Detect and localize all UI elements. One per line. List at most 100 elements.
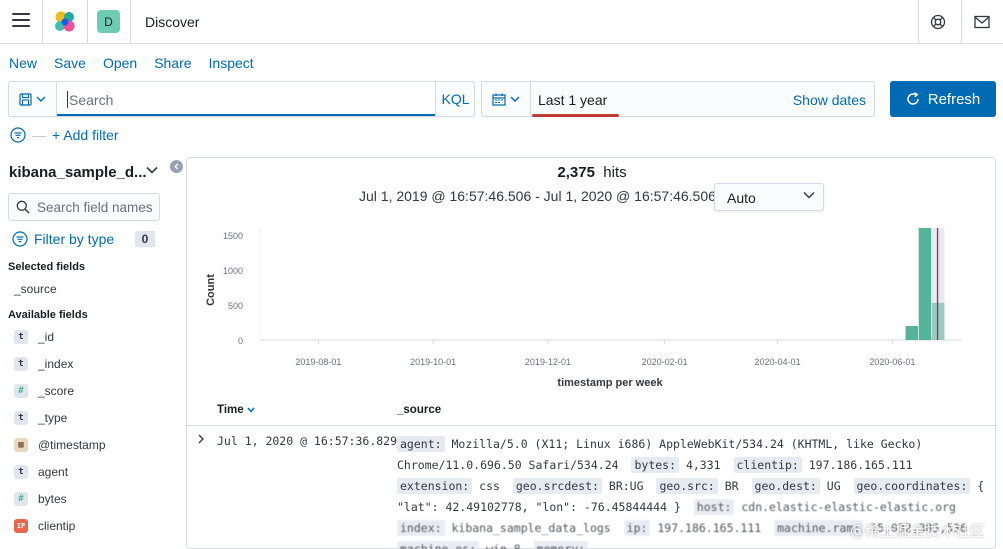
saved-query-button[interactable] [9, 82, 57, 116]
field-search-placeholder: Search field names [37, 200, 153, 215]
search-icon [16, 200, 30, 214]
inspect-link[interactable]: Inspect [209, 55, 254, 71]
refresh-button[interactable]: Refresh [890, 81, 996, 117]
source-field-value: 197.186.165.111 [801, 458, 913, 472]
show-dates-link[interactable]: Show dates [793, 92, 866, 108]
time-range-text: Jul 1, 2019 @ 16:57:46.506 - Jul 1, 2020… [359, 188, 734, 204]
expand-row-icon[interactable] [197, 434, 205, 444]
x-tick-label: 2020-04-01 [755, 357, 801, 367]
x-tick-label: 2019-12-01 [525, 357, 571, 367]
filter-by-type-label: Filter by type [34, 231, 115, 247]
filter-icon [12, 231, 28, 247]
source-field-value: cdn.elastic-elastic-elastic.org [734, 500, 956, 514]
header-divider [918, 0, 919, 44]
field-item[interactable]: </> _source [14, 280, 814, 300]
number-field-icon: # [14, 384, 28, 398]
source-column-header: _source [397, 404, 442, 416]
share-link[interactable]: Share [154, 55, 191, 71]
text-caret [67, 91, 68, 108]
date-range-label[interactable]: Last 1 year [538, 92, 607, 108]
filter-options-icon[interactable] [10, 127, 26, 143]
add-filter-button[interactable]: + Add filter [52, 127, 119, 143]
open-link[interactable]: Open [103, 55, 137, 71]
mail-icon[interactable] [972, 12, 992, 32]
index-pattern-title[interactable]: kibana_sample_d... [9, 164, 147, 181]
kql-button[interactable]: KQL [435, 82, 475, 116]
quick-menu-button[interactable] [482, 82, 531, 116]
x-tick-label: 2020-02-01 [642, 357, 688, 367]
menu-icon[interactable] [12, 13, 30, 29]
elastic-logo[interactable] [52, 10, 78, 34]
filter-by-type-button[interactable]: Filter by type [12, 231, 114, 247]
field-search-input[interactable]: Search field names [8, 193, 160, 221]
date-field-icon: ▦ [14, 438, 28, 452]
x-tick-label: 2019-08-01 [295, 357, 341, 367]
field-name: _score [38, 384, 75, 398]
source-field-key: agent: [397, 436, 445, 452]
sort-down-icon[interactable] [247, 407, 255, 413]
interval-select[interactable]: Auto [714, 183, 824, 211]
source-field-key: extension: [397, 478, 473, 494]
y-tick-label: 0 [238, 336, 243, 346]
source-field-key: geo.dest: [751, 478, 820, 494]
top-nav: New Save Open Share Inspect [9, 55, 254, 71]
chevron-down-icon [510, 96, 520, 102]
field-name: @timestamp [38, 438, 106, 452]
field-item[interactable]: t _index [14, 355, 73, 373]
hits-count: 2,375 [557, 164, 595, 181]
new-link[interactable]: New [9, 55, 37, 71]
field-item[interactable]: t _type [14, 409, 67, 427]
field-name: _index [38, 357, 74, 371]
string-field-icon: t [14, 357, 28, 371]
divider-dash: — [32, 127, 46, 143]
source-field-key: machine.os: [397, 541, 480, 549]
field-item[interactable]: t _id [14, 328, 54, 346]
chevron-down-icon[interactable] [146, 166, 158, 174]
hits-counter: 2,375 hits [187, 164, 997, 181]
source-field-value: 4,331 [679, 458, 728, 472]
search-input[interactable]: Search [57, 82, 435, 116]
help-icon[interactable] [928, 12, 948, 32]
source-field-key: geo.src: [656, 478, 718, 494]
header-divider [961, 0, 962, 44]
interval-value: Auto [727, 190, 756, 206]
field-item[interactable]: # _score [14, 382, 74, 400]
string-field-icon: t [14, 411, 28, 425]
source-field-value: win 8 [479, 542, 528, 549]
x-axis-label: timestamp per week [557, 377, 663, 389]
field-name: _source [14, 282, 57, 296]
save-link[interactable]: Save [54, 55, 86, 71]
field-item[interactable]: t agent [14, 463, 68, 481]
field-item[interactable]: # bytes [14, 490, 67, 508]
source-field-key: clientip: [733, 457, 802, 473]
collapse-sidebar-icon[interactable] [170, 160, 183, 173]
refresh-label: Refresh [927, 90, 981, 108]
save-icon [19, 92, 32, 106]
watermark: @稀土掘金技术社区 [849, 522, 985, 540]
histogram-bar [905, 326, 919, 340]
page-title: Discover [145, 14, 200, 30]
histogram-bar [918, 228, 932, 340]
string-field-icon: t [14, 330, 28, 344]
field-item[interactable]: IP clientip [14, 517, 75, 535]
source-field-value: BR [717, 479, 746, 493]
source-field-key: index: [397, 520, 445, 536]
chevron-down-icon [36, 96, 46, 102]
histogram-svg[interactable]: 0 500 1000 1500 2019-08-01 2019-10-01 2019-12-… [187, 220, 997, 370]
histogram-chart: 0 500 1000 1500 2019-08-01 2019-10-01 2019-12-… [187, 220, 997, 392]
x-tick-label: 2020-06-01 [869, 357, 915, 367]
space-avatar[interactable]: D [97, 10, 120, 33]
field-item[interactable]: ▦ @timestamp [14, 436, 106, 454]
time-column-header[interactable]: Time [217, 404, 255, 416]
field-name: agent [38, 465, 69, 479]
selected-fields-title: Selected fields [8, 261, 86, 273]
header-divider [87, 0, 88, 44]
y-tick-label: 500 [228, 301, 243, 311]
calendar-icon [492, 93, 506, 106]
source-field-key: bytes: [631, 457, 680, 473]
source-field-value: BR:UG [601, 479, 651, 493]
refresh-icon [906, 92, 919, 105]
y-axis-label: Count [205, 274, 217, 306]
number-field-icon: # [14, 492, 28, 506]
hits-label: hits [603, 164, 627, 181]
